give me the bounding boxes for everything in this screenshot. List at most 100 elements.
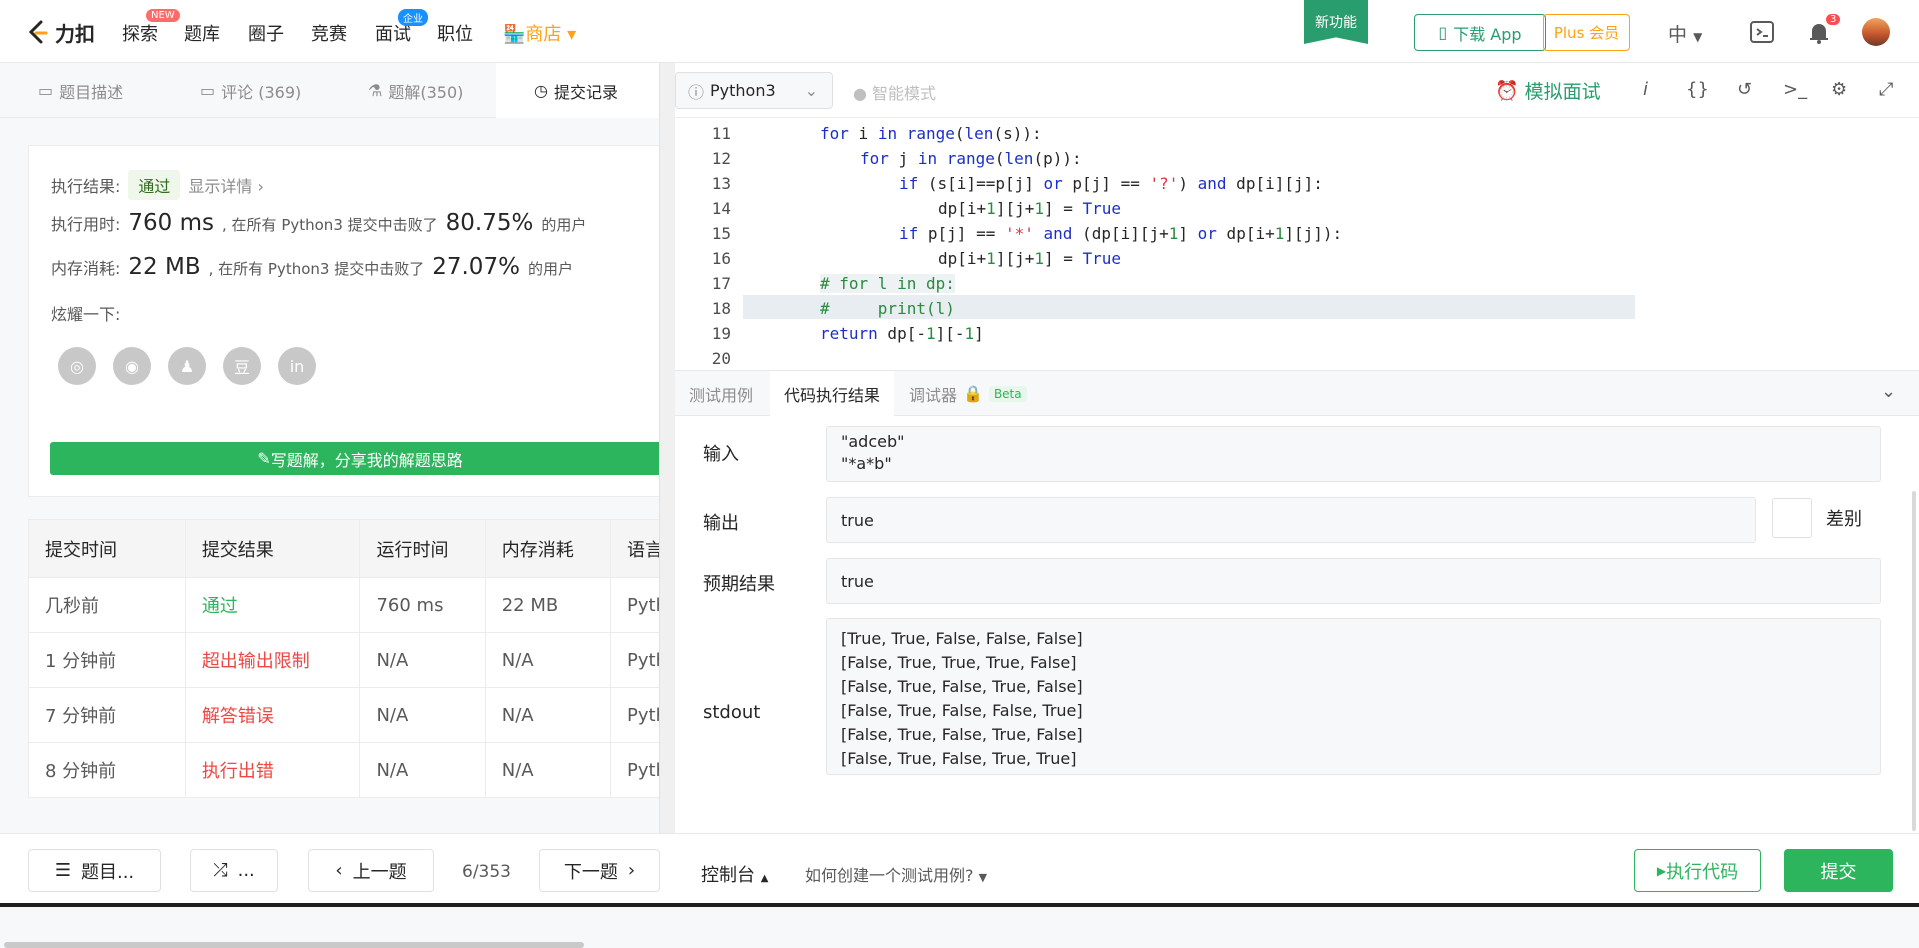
table-header-row: 提交时间 提交结果 运行时间 内存消耗 语言 xyxy=(28,519,668,578)
nav-circle[interactable]: 圈子 xyxy=(248,20,284,46)
chevron-left-icon: ‹ xyxy=(335,860,343,881)
code-line: dp[i+1][j+1] = True xyxy=(938,249,1122,268)
horizontal-scrollbar[interactable] xyxy=(4,942,584,948)
line-number: 18 xyxy=(711,299,731,318)
chevron-up-icon: ▲ xyxy=(760,873,769,884)
lock-icon: 🔒 xyxy=(963,384,983,403)
settings-icon[interactable]: ⚙ xyxy=(1831,79,1847,100)
avatar[interactable] xyxy=(1862,18,1890,46)
chevron-down-icon: ⌄ xyxy=(804,81,818,100)
console-toggle[interactable]: 控制台 ▲ xyxy=(701,861,768,887)
cell-result[interactable]: 超出输出限制 xyxy=(184,632,361,688)
tab-run-result[interactable]: 代码执行结果 xyxy=(770,371,895,416)
runtime-value: 760 ms xyxy=(128,210,215,236)
braces-icon[interactable]: {} xyxy=(1686,79,1709,100)
nav-problems[interactable]: 题库 xyxy=(184,20,220,46)
nav-explore[interactable]: 探索 xyxy=(122,20,158,46)
next-label: 下一题 xyxy=(563,861,618,883)
line-number: 13 xyxy=(711,174,731,193)
submission-panel: 执行结果: 通过 显示详情 › 执行用时: 760 ms , 在所有 Pytho… xyxy=(0,118,670,948)
pencil-icon: ✎ xyxy=(257,449,271,468)
plus-member-button[interactable]: Plus 会员 xyxy=(1543,14,1630,51)
table-row[interactable]: 几秒前 通过 760 ms 22 MB Pyth xyxy=(28,577,668,633)
show-detail-link[interactable]: 显示详情 › xyxy=(188,173,264,197)
code-editor[interactable]: 11 for i in range(len(s)): 12 for j in r… xyxy=(675,118,1919,370)
download-app-label: 下载 App xyxy=(1453,24,1522,44)
write-solution-button[interactable]: ✎ 写题解，分享我的解题思路 xyxy=(50,442,670,475)
next-button[interactable]: 下一题 › xyxy=(539,849,660,892)
qq-icon[interactable]: ♟ xyxy=(168,347,206,385)
random-button[interactable]: ⤮... xyxy=(190,849,278,892)
terminal-icon[interactable] xyxy=(1749,19,1775,45)
submission-table: 提交时间 提交结果 运行时间 内存消耗 语言 几秒前 通过 760 ms 22 … xyxy=(28,519,668,798)
linkedin-icon[interactable]: in xyxy=(278,347,316,385)
reset-icon[interactable]: ↺ xyxy=(1737,79,1752,100)
fullscreen-icon[interactable]: ⤢ xyxy=(1879,79,1893,100)
run-code-button[interactable]: ▶ 执行代码 xyxy=(1634,849,1761,892)
result-label: 执行结果: xyxy=(51,177,121,196)
run-code-label: 执行代码 xyxy=(1666,861,1739,883)
smart-mode-label: 智能模式 xyxy=(872,84,937,103)
tab-debugger[interactable]: 调试器 🔒 Beta xyxy=(895,371,1041,416)
code-line: dp[i+1][j+1] = True xyxy=(938,199,1122,218)
language-select[interactable]: ⓘ Python3 ⌄ xyxy=(675,72,833,109)
nav-shop[interactable]: 🏪商店 ▾ xyxy=(503,20,576,46)
notification-count: 3 xyxy=(1826,14,1841,25)
memory-label: 内存消耗: xyxy=(51,259,121,278)
language-select-value: Python3 xyxy=(710,81,776,100)
code-line: return dp[-1][-1] xyxy=(820,324,984,343)
code-line: if (s[i]==p[j] or p[j] == '?') and dp[i]… xyxy=(899,174,1323,193)
editor-toolbar: ⓘ Python3 ⌄ ● 智能模式 ⏰ 模拟面试 i {} ↺ >_ ⚙ ⤢ xyxy=(675,63,1919,118)
table-row[interactable]: 8 分钟前 执行出错 N/A N/A Pyth xyxy=(28,742,668,798)
vertical-scrollbar[interactable] xyxy=(1912,491,1916,831)
diff-checkbox[interactable] xyxy=(1772,498,1812,538)
console-icon[interactable]: >_ xyxy=(1783,79,1807,100)
language-switch[interactable]: 中 ▼ xyxy=(1668,20,1702,47)
line-number: 19 xyxy=(711,324,731,343)
prev-button[interactable]: ‹ 上一题 xyxy=(308,849,434,892)
tab-solutions-label: 题解(350) xyxy=(388,82,464,102)
mock-interview-label: 模拟面试 xyxy=(1524,81,1601,103)
wechat-icon[interactable]: ◎ xyxy=(58,347,96,385)
smart-mode-toggle[interactable]: ● 智能模式 xyxy=(853,80,936,104)
cell-time: 7 分钟前 xyxy=(28,687,186,743)
chevron-down-icon[interactable]: ⌄ xyxy=(1881,381,1896,402)
page-number: 6/353 xyxy=(462,862,511,882)
diff-toggle[interactable]: 差别 xyxy=(1772,498,1862,538)
line-number: 11 xyxy=(711,124,731,143)
new-feature-ribbon[interactable]: 新功能 xyxy=(1304,0,1368,44)
table-row[interactable]: 7 分钟前 解答错误 N/A N/A Pyth xyxy=(28,687,668,743)
problem-list-button[interactable]: ☰ 题目... xyxy=(28,849,161,892)
logo[interactable]: 力扣 xyxy=(27,18,95,47)
table-row[interactable]: 1 分钟前 超出输出限制 N/A N/A Pyth xyxy=(28,632,668,688)
list-icon: ☰ xyxy=(54,860,71,881)
line-number: 15 xyxy=(711,224,731,243)
mock-interview-button[interactable]: ⏰ 模拟面试 xyxy=(1495,77,1601,104)
tab-testcase[interactable]: 测试用例 xyxy=(675,371,767,416)
weibo-icon[interactable]: ◉ xyxy=(113,347,151,385)
info-italic-icon[interactable]: i xyxy=(1643,79,1648,100)
col-result: 提交结果 xyxy=(184,519,361,578)
nav-contest[interactable]: 竞赛 xyxy=(311,20,347,46)
shuffle-icon: ⤮ xyxy=(213,860,228,881)
douban-icon[interactable]: 豆 xyxy=(223,347,261,385)
submit-button[interactable]: 提交 xyxy=(1784,849,1893,892)
diff-label: 差别 xyxy=(1826,509,1862,530)
chevron-down-icon: ▼ xyxy=(1693,30,1703,44)
tab-comments[interactable]: ▭ 评论 (369) xyxy=(200,63,301,118)
download-app-button[interactable]: ▯ 下载 App xyxy=(1414,14,1546,51)
tab-description[interactable]: ▭ 题目描述 xyxy=(38,63,123,118)
how-to-create-testcase[interactable]: 如何创建一个测试用例? ▼ xyxy=(805,862,987,886)
tab-submissions[interactable]: ◷ 提交记录 xyxy=(496,63,660,118)
panel-divider[interactable] xyxy=(659,63,675,833)
cell-result[interactable]: 通过 xyxy=(184,577,361,633)
console-panel: 测试用例 代码执行结果 调试器 🔒 Beta ⌄ 输入 "adceb" "*a*b… xyxy=(675,370,1919,833)
nav-jobs[interactable]: 职位 xyxy=(437,20,473,46)
cell-result[interactable]: 执行出错 xyxy=(184,742,361,798)
cell-result[interactable]: 解答错误 xyxy=(184,687,361,743)
clock-icon: ◷ xyxy=(534,81,548,100)
cell-memory: N/A xyxy=(484,687,612,743)
debugger-label: 调试器 xyxy=(909,385,958,405)
problem-list-label: 题目... xyxy=(80,861,135,883)
tab-solutions[interactable]: ⚗ 题解(350) xyxy=(368,63,463,118)
